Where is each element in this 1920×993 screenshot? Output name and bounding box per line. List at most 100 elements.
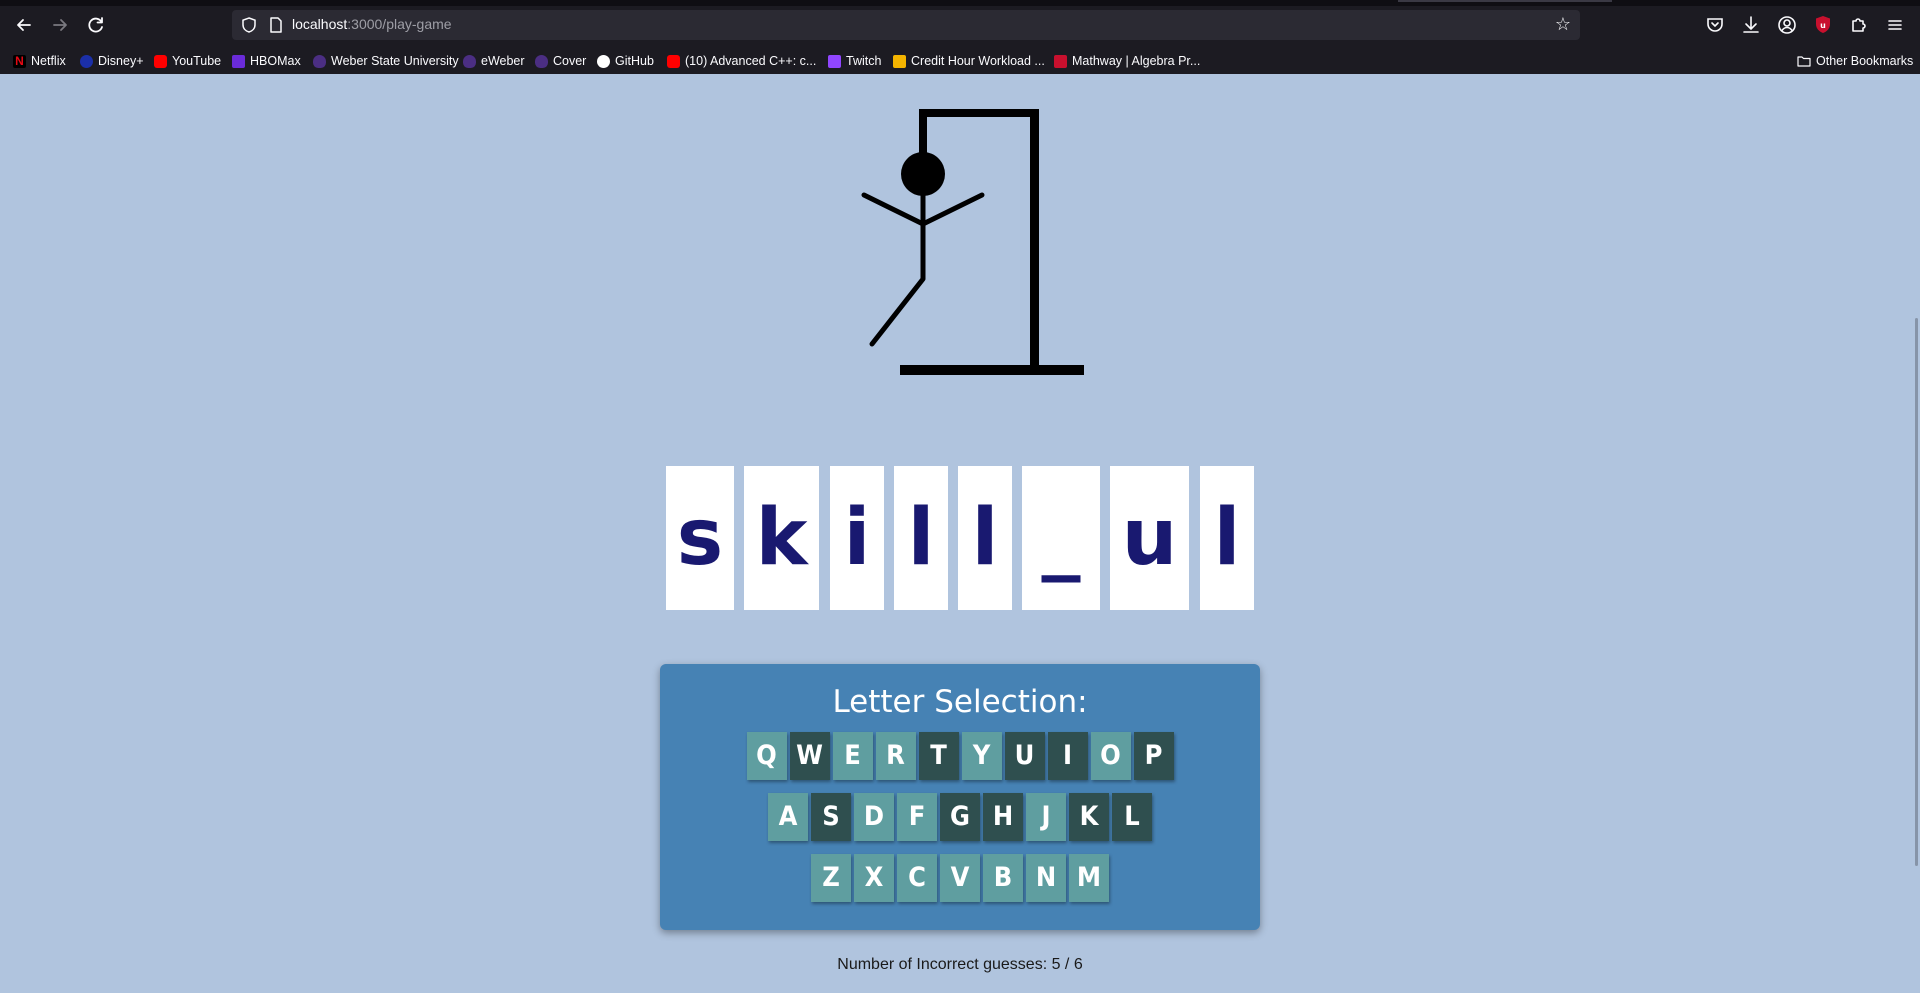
bookmark-twitch[interactable]: Twitch [828, 52, 881, 70]
account-icon[interactable] [1775, 13, 1799, 37]
letter-key-v[interactable]: V [940, 854, 980, 902]
letter-selection-panel: Letter Selection: QWERTYUIOP ASDFGHJKL ZXC… [660, 664, 1260, 930]
bookmark-credit-hour-workload[interactable]: Credit Hour Workload ... [893, 52, 1045, 70]
extensions-puzzle-icon[interactable] [1847, 13, 1871, 37]
url-text[interactable]: localhost:3000/play-game [292, 16, 452, 32]
reload-icon[interactable] [83, 12, 109, 38]
letter-key-y[interactable]: Y [961, 732, 1002, 780]
url-host: localhost [292, 16, 348, 32]
stick-figure [861, 152, 985, 347]
letter-key-i[interactable]: I [1047, 732, 1088, 780]
letter-key-t[interactable]: T [918, 732, 959, 780]
bookmark-label: GitHub [615, 54, 654, 68]
tab-strip [0, 0, 1920, 6]
bookmark-label: HBOMax [250, 54, 301, 68]
figure-left-leg [869, 276, 926, 347]
bookmark-other-bookmarks[interactable]: Other Bookmarks [1797, 52, 1913, 70]
gallows-rope [919, 109, 927, 156]
word-tile: _ [1022, 466, 1100, 610]
bookmark-label: eWeber [481, 54, 525, 68]
bookmark-label: Other Bookmarks [1816, 54, 1914, 68]
figure-right-arm [920, 192, 985, 227]
letter-key-o[interactable]: O [1090, 732, 1131, 780]
bookmark-label: Netflix [31, 54, 66, 68]
letter-key-a[interactable]: A [768, 793, 808, 841]
url-path: :3000/play-game [347, 16, 452, 32]
letter-key-u[interactable]: U [1004, 732, 1045, 780]
bookmark-advanced-cpp[interactable]: (10) Advanced C++: c... [667, 52, 816, 70]
tracking-protection-shield-icon[interactable] [240, 16, 258, 34]
svg-text:u: u [1820, 21, 1826, 30]
bookmark-github[interactable]: GitHub [597, 52, 654, 70]
downloads-icon[interactable] [1739, 13, 1763, 37]
bookmark-label: Credit Hour Workload ... [911, 54, 1045, 68]
netflix-favicon-icon: N [13, 54, 26, 68]
bookmark-netflix[interactable]: N Netflix [13, 52, 66, 70]
cover-favicon-icon [535, 54, 548, 68]
bookmarks-toolbar: N Netflix Disney+ YouTube HBOMax Weber St… [0, 48, 1920, 74]
back-arrow-icon[interactable] [11, 12, 37, 38]
address-bar[interactable]: localhost:3000/play-game ☆ [232, 10, 1580, 40]
letter-key-r[interactable]: R [875, 732, 916, 780]
twitch-favicon-icon [828, 54, 841, 68]
bookmark-eweber[interactable]: eWeber [463, 52, 525, 70]
github-favicon-icon [597, 54, 610, 68]
bookmark-cover[interactable]: Cover [535, 52, 586, 70]
letter-key-m[interactable]: M [1069, 854, 1109, 902]
hamburger-menu-icon[interactable] [1883, 13, 1907, 37]
youtube-favicon-icon [667, 54, 680, 68]
letter-key-j[interactable]: J [1026, 793, 1066, 841]
letter-key-s[interactable]: S [811, 793, 851, 841]
letter-key-d[interactable]: D [854, 793, 894, 841]
letter-key-w[interactable]: W [789, 732, 830, 780]
figure-head [901, 152, 945, 196]
incorrect-guesses-counter: Number of Incorrect guesses: 5 / 6 [837, 956, 1083, 973]
bookmark-label: (10) Advanced C++: c... [685, 54, 817, 68]
hangman-drawing [861, 109, 1084, 375]
bookmark-weber-state[interactable]: Weber State University [313, 52, 459, 70]
word-tile: k [744, 466, 819, 610]
letter-key-e[interactable]: E [832, 732, 873, 780]
bookmark-mathway[interactable]: Mathway | Algebra Pr... [1054, 52, 1200, 70]
hbomax-favicon-icon [232, 54, 245, 68]
bookmark-hbomax[interactable]: HBOMax [232, 52, 301, 70]
letter-key-g[interactable]: G [940, 793, 980, 841]
bookmark-disney-plus[interactable]: Disney+ [80, 52, 144, 70]
bookmark-label: Cover [553, 54, 587, 68]
figure-left-arm [861, 192, 926, 227]
letter-key-h[interactable]: H [983, 793, 1023, 841]
ublock-origin-icon[interactable]: u [1811, 13, 1835, 37]
active-tab-indicator [1398, 0, 1612, 2]
gallows-beam [919, 109, 1039, 117]
letter-key-n[interactable]: N [1026, 854, 1066, 902]
word-tile: s [666, 466, 734, 610]
word-tile: l [1200, 466, 1254, 610]
letter-key-c[interactable]: C [897, 854, 937, 902]
gallows [900, 109, 1084, 375]
pocket-icon[interactable] [1703, 13, 1727, 37]
browser-chrome: localhost:3000/play-game ☆ u N Netflix Di… [0, 0, 1920, 74]
letter-key-k[interactable]: K [1069, 793, 1109, 841]
letter-key-x[interactable]: X [854, 854, 894, 902]
folder-icon [1797, 56, 1811, 67]
letter-key-q[interactable]: Q [746, 732, 787, 780]
bookmark-label: Twitch [846, 54, 882, 68]
bookmark-youtube[interactable]: YouTube [154, 52, 221, 70]
word-tile: l [894, 466, 948, 610]
bookmark-star-icon[interactable]: ☆ [1552, 14, 1574, 36]
forward-arrow-icon[interactable] [47, 12, 73, 38]
panel-title: Letter Selection: [832, 684, 1088, 720]
letter-key-b[interactable]: B [983, 854, 1023, 902]
gallows-base [900, 365, 1084, 375]
disney-plus-favicon-icon [80, 54, 93, 68]
letter-key-l[interactable]: L [1112, 793, 1152, 841]
page-info-icon[interactable] [268, 16, 284, 34]
mathway-favicon-icon [1054, 54, 1067, 68]
bookmark-label: Weber State University [331, 54, 459, 68]
page-scrollbar[interactable] [1915, 318, 1918, 866]
letter-key-p[interactable]: P [1133, 732, 1174, 780]
letter-key-f[interactable]: F [897, 793, 937, 841]
word-tile: l [958, 466, 1012, 610]
word-tile: u [1110, 466, 1189, 610]
letter-key-z[interactable]: Z [811, 854, 851, 902]
